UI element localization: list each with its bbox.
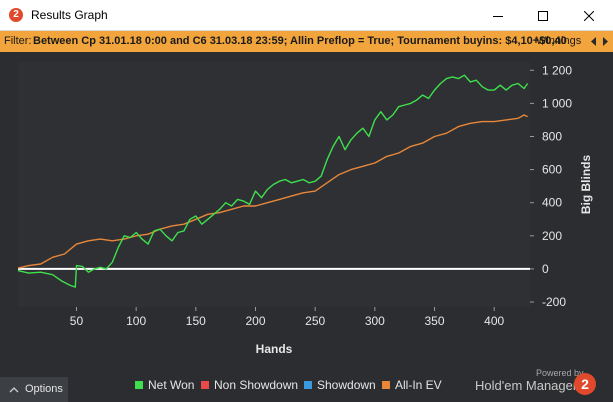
results-graph-window: 2 Results Graph Filter: Between Cp 31.01…	[0, 0, 613, 402]
x-tick-label: 250	[305, 314, 325, 328]
legend-swatch-showdown	[304, 381, 312, 389]
y-tick-label: 400	[542, 196, 562, 210]
x-tick-label: 100	[126, 314, 146, 328]
filter-label: Filter:	[4, 35, 32, 47]
footer-bar: Options Net Won Non Showdown Showdown Al…	[0, 368, 613, 402]
hm-logo-icon: 2	[574, 373, 596, 395]
legend-label: Net Won	[148, 378, 195, 392]
legend-swatch-non-showdown	[201, 381, 209, 389]
caret-up-icon	[9, 387, 19, 393]
title-bar: 2 Results Graph	[0, 0, 613, 31]
window-title: Results Graph	[31, 8, 108, 22]
x-tick-label: 350	[425, 314, 445, 328]
legend-all-in-ev[interactable]: All-In EV	[382, 378, 442, 392]
y-tick-label: 200	[542, 229, 562, 243]
legend-swatch-net-won	[135, 381, 143, 389]
y-tick-label: 1 000	[542, 96, 572, 110]
filter-bar: Filter: Between Cp 31.01.18 0:00 and C6 …	[0, 31, 613, 52]
maximize-icon	[538, 10, 548, 21]
x-tick-label: 150	[186, 314, 206, 328]
legend-net-won[interactable]: Net Won	[135, 378, 194, 392]
x-tick-label: 50	[70, 314, 84, 328]
chart-area: 50 100 150 200 250 300 350 400 -200 0 200 400 600 800…	[0, 52, 613, 370]
legend-label: All-In EV	[395, 378, 442, 392]
x-tick-label: 400	[484, 314, 504, 328]
options-label: Options	[25, 383, 63, 395]
x-axis-title: Hands	[256, 342, 293, 356]
filter-scroll-buttons	[586, 31, 613, 52]
close-button[interactable]	[566, 0, 612, 31]
filter-extra-text: Winnings	[536, 35, 582, 47]
brand-name: Hold'em Manager	[475, 378, 578, 393]
app-logo-icon: 2	[9, 8, 23, 22]
minimize-button[interactable]	[475, 0, 521, 31]
results-chart: 50 100 150 200 250 300 350 400 -200 0 200 400 600 800…	[17, 62, 593, 356]
filter-scroll-arrows	[591, 37, 608, 46]
scroll-left-icon[interactable]	[591, 37, 596, 46]
minimize-icon	[493, 15, 503, 17]
x-tick-label: 200	[245, 314, 265, 328]
legend-swatch-all-in-ev	[382, 381, 390, 389]
y-tick-label: 1 200	[542, 63, 572, 77]
legend-non-showdown[interactable]: Non Showdown	[201, 378, 298, 392]
x-tick-label: 300	[365, 314, 385, 328]
options-button[interactable]: Options	[0, 377, 68, 402]
legend-showdown[interactable]: Showdown	[304, 378, 376, 392]
maximize-button[interactable]	[520, 0, 566, 31]
filter-text: Between Cp 31.01.18 0:00 and C6 31.03.18…	[33, 35, 567, 47]
legend-label: Showdown	[317, 378, 376, 392]
y-axis-title: Big Blinds	[579, 155, 593, 215]
y-tick-label: 800	[542, 129, 562, 143]
y-tick-label: -200	[542, 295, 566, 309]
close-icon	[584, 10, 594, 21]
scroll-right-icon[interactable]	[603, 37, 608, 46]
legend-label: Non Showdown	[214, 378, 299, 392]
y-tick-label: 0	[542, 262, 549, 276]
y-tick-label: 600	[542, 163, 562, 177]
